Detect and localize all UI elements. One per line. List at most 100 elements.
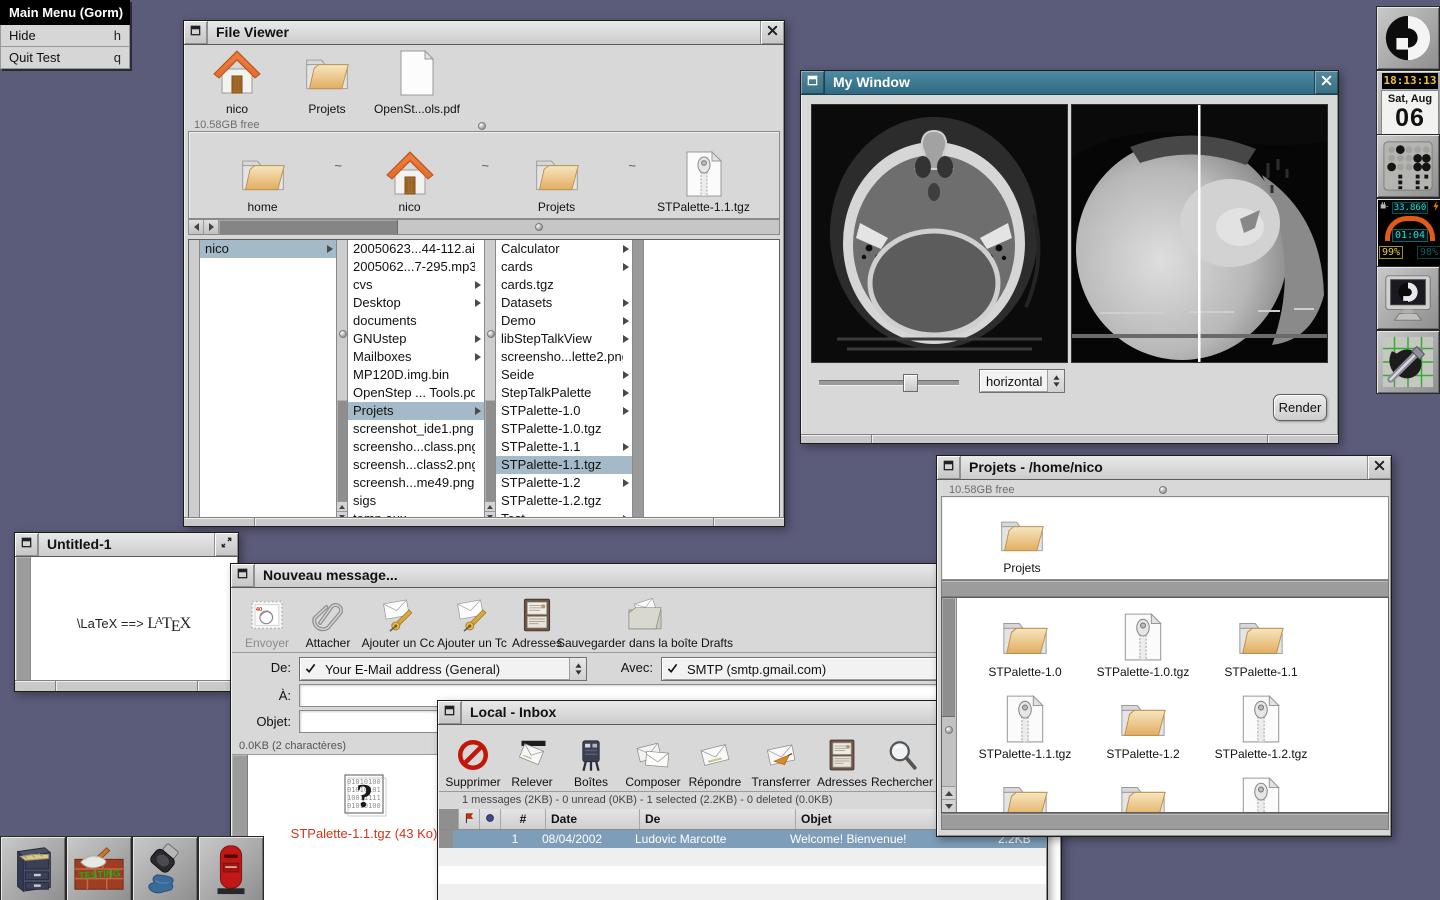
browser-item[interactable]: OpenStep ... Tools.pdf bbox=[348, 384, 484, 402]
menu-item[interactable]: Hide h bbox=[0, 25, 130, 47]
from-popup[interactable]: Your E-Mail address (General) bbox=[299, 657, 587, 681]
file-icon-cell[interactable] bbox=[1202, 776, 1320, 813]
toolbar-button[interactable]: Rechercher bbox=[869, 727, 935, 789]
file-icon-cell[interactable]: STPalette-1.1.tgz bbox=[966, 694, 1084, 776]
miniaturize-button[interactable] bbox=[15, 533, 39, 556]
file-viewer-titlebar[interactable]: File Viewer bbox=[184, 21, 784, 45]
render-button[interactable]: Render bbox=[1273, 394, 1327, 421]
toolbar-button[interactable]: Répondre bbox=[685, 727, 745, 789]
browser-item[interactable]: libStepTalkView bbox=[496, 330, 632, 348]
menu-item[interactable]: Quit Test q bbox=[0, 47, 130, 69]
miniaturize-button[interactable] bbox=[184, 21, 208, 44]
scroll-down-button[interactable] bbox=[942, 799, 955, 812]
vertical-scrollbar[interactable] bbox=[942, 598, 957, 812]
resize-dimple[interactable] bbox=[1159, 486, 1167, 494]
browser-item[interactable]: Seide bbox=[496, 366, 632, 384]
scroll-up-button[interactable] bbox=[485, 501, 495, 511]
browser-item[interactable]: cvs bbox=[348, 276, 484, 294]
my-window-titlebar[interactable]: My Window bbox=[801, 71, 1338, 95]
browser-item[interactable]: STPalette-1.0.tgz bbox=[496, 420, 632, 438]
toolbar-button[interactable]: Transferrer bbox=[747, 727, 815, 789]
shelf-icon-cell[interactable]: Projets bbox=[942, 497, 1102, 579]
browser-item[interactable]: Demo bbox=[496, 312, 632, 330]
browser-item[interactable]: cards.tgz bbox=[496, 276, 632, 294]
toolbar-button[interactable]: Sauvegarder dans la boîte Drafts bbox=[554, 590, 736, 650]
shelf-icon-cell[interactable]: home ~ bbox=[189, 132, 336, 218]
from-column-header[interactable]: De bbox=[640, 809, 796, 829]
file-icon-cell[interactable]: STPalette-1.2 bbox=[1084, 694, 1202, 776]
scroll-left-button[interactable] bbox=[189, 220, 204, 234]
file-icon-cell[interactable]: STPalette-1.2.tgz bbox=[1202, 694, 1320, 776]
shelf-scrollbar[interactable] bbox=[188, 219, 780, 235]
toolbar-button[interactable]: Adresses bbox=[817, 727, 867, 789]
browser-item[interactable]: STPalette-1.2 bbox=[496, 474, 632, 492]
browser-item[interactable]: STPalette-1.1 bbox=[496, 438, 632, 456]
toolbar-button[interactable]: Relever bbox=[505, 727, 559, 789]
shelf-icon-cell[interactable]: STPalette-1.1.tgz bbox=[630, 132, 777, 218]
shelf-icon-cell[interactable]: nico ~ bbox=[336, 132, 483, 218]
dock-tile-gworkspace[interactable] bbox=[0, 836, 66, 900]
file-icon-cell[interactable]: STPalette-1.0 bbox=[966, 612, 1084, 694]
scroll-right-button[interactable] bbox=[204, 220, 219, 234]
dock-tile-gnumail[interactable] bbox=[198, 836, 264, 900]
toolbar-button[interactable]: Boîtes bbox=[565, 727, 617, 789]
opacity-slider[interactable] bbox=[819, 374, 959, 390]
toolbar-button[interactable]: Composer bbox=[623, 727, 683, 789]
projets-titlebar[interactable]: Projets - /home/nico bbox=[937, 456, 1391, 480]
column-scrollbar[interactable] bbox=[189, 240, 200, 521]
column-scrollbar[interactable] bbox=[337, 240, 348, 521]
miniaturize-button[interactable] bbox=[438, 701, 462, 724]
browser-item[interactable]: screensho...class.png bbox=[348, 438, 484, 456]
column-scrollbar[interactable] bbox=[485, 240, 496, 521]
window-resize-bar[interactable] bbox=[184, 517, 784, 526]
browser-item[interactable]: 2005062...7-295.mp3 bbox=[348, 258, 484, 276]
window-resize-bar[interactable] bbox=[801, 434, 1338, 443]
scrollbar-thumb[interactable] bbox=[337, 400, 347, 502]
browser-item[interactable]: screensho...lette2.png bbox=[496, 348, 632, 366]
toolbar-button[interactable]: Ajouter un Cc bbox=[360, 590, 436, 650]
browser-item[interactable]: screensh...me49.png bbox=[348, 474, 484, 492]
scroll-up-button[interactable] bbox=[942, 786, 955, 799]
number-column-header[interactable]: # bbox=[501, 809, 546, 829]
document-canvas[interactable]: \LaTeX ==> LATEX bbox=[30, 557, 237, 680]
vertical-scrollbar[interactable] bbox=[16, 557, 30, 680]
toolbar-button[interactable]: Attacher bbox=[298, 590, 358, 650]
window-resize-bar[interactable] bbox=[15, 680, 238, 691]
dock-tile-monitor[interactable] bbox=[1376, 266, 1440, 330]
browser-item[interactable]: nico bbox=[200, 240, 336, 258]
menu-title[interactable]: Main Menu (Gorm) bbox=[0, 0, 130, 25]
dock-tile-windowmaker[interactable] bbox=[1376, 6, 1440, 70]
dock-tile-clock[interactable]: 18:13:13 Sat, Aug 06 bbox=[1376, 70, 1440, 138]
close-button[interactable] bbox=[1367, 456, 1391, 479]
dock-tile-battery[interactable]: 33.860 01:04 99% 98% bbox=[1376, 198, 1440, 268]
browser-item[interactable]: Projets bbox=[348, 402, 484, 420]
close-button[interactable] bbox=[214, 533, 238, 556]
dock-tile-tools[interactable] bbox=[1376, 330, 1440, 394]
miniaturize-button[interactable] bbox=[801, 71, 825, 94]
orientation-popup[interactable]: horizontal bbox=[979, 369, 1065, 393]
file-icon-cell[interactable]: nico bbox=[192, 49, 282, 116]
browser-item[interactable]: screensh...class2.png bbox=[348, 456, 484, 474]
browser-item[interactable]: Calculator bbox=[496, 240, 632, 258]
scrollbar-thumb[interactable] bbox=[485, 400, 495, 502]
attachment[interactable]: 01010100010101011001111101010100? STPale… bbox=[284, 771, 444, 841]
file-icon-cell[interactable]: OpenSt...ols.pdf bbox=[372, 49, 462, 116]
status-column-header[interactable] bbox=[480, 809, 501, 829]
column-scrollbar[interactable] bbox=[633, 240, 644, 521]
date-column-header[interactable]: Date bbox=[546, 809, 640, 829]
browser-item[interactable]: Datasets bbox=[496, 294, 632, 312]
browser-item[interactable]: STPalette-1.0 bbox=[496, 402, 632, 420]
file-icon-cell[interactable] bbox=[1084, 776, 1202, 813]
dock-tile-dots[interactable] bbox=[1376, 134, 1440, 198]
shelf-scrollbar[interactable] bbox=[941, 580, 1389, 597]
browser-item[interactable]: STPalette-1.1.tgz bbox=[496, 456, 632, 474]
browser-item[interactable]: screenshot_ide1.png bbox=[348, 420, 484, 438]
browser-item[interactable]: GNUstep bbox=[348, 330, 484, 348]
browser-item[interactable]: StepTalkPalette bbox=[496, 384, 632, 402]
dock-tile-testing[interactable]: TESTING bbox=[66, 836, 132, 900]
scrollbar-thumb[interactable] bbox=[942, 598, 955, 717]
toolbar-button[interactable]: Supprimer bbox=[445, 727, 501, 789]
browser-item[interactable]: MP120D.img.bin bbox=[348, 366, 484, 384]
close-button[interactable] bbox=[760, 21, 784, 44]
dock-tile-ink[interactable] bbox=[132, 836, 198, 900]
